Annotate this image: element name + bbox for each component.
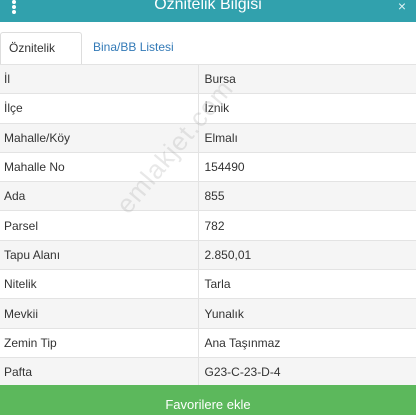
table-row: Mevkii Yunalık [0,298,416,329]
row-key: Tapu Alanı [0,239,199,270]
table-row: Nitelik Tarla [0,269,416,299]
row-key: Mahalle No [0,151,199,182]
row-key: Mevkii [0,298,199,329]
attribute-table: İl Bursa İlçe İznik Mahalle/Köy Elmalı M… [0,63,416,387]
row-key: İlçe [0,93,199,124]
row-value: G23-C-23-D-4 [198,356,416,387]
table-row: Mahalle No 154490 [0,151,416,182]
row-key: Parsel [0,210,199,241]
row-value: Yunalık [198,298,416,329]
row-key: Pafta [0,356,199,387]
row-value: 855 [198,181,416,211]
table-row: Mahalle/Köy Elmalı [0,122,416,153]
tab-attribute-info[interactable]: Öznitelik Bilgisi [0,32,82,86]
add-favorite-button[interactable]: Favorilere ekle [0,385,416,415]
row-value: Tarla [198,269,416,299]
tab-bar: Öznitelik Bilgisi Bina/BB Listesi [0,30,416,86]
row-key: Mahalle/Köy [0,122,199,153]
row-value: 154490 [198,151,416,182]
table-row: Parsel 782 [0,210,416,241]
row-value: Ana Taşınmaz [198,327,416,358]
table-row: Zemin Tip Ana Taşınmaz [0,327,416,358]
panel-header: Öznitelik Bilgisi × [0,0,416,22]
close-icon[interactable]: × [394,0,410,14]
table-row: Pafta G23-C-23-D-4 [0,356,416,387]
row-value: 2.850,01 [198,239,416,270]
panel-title: Öznitelik Bilgisi [154,0,262,13]
table-row: Tapu Alanı 2.850,01 [0,239,416,270]
row-value: Bursa [198,63,416,94]
attribute-panel: Öznitelik Bilgisi × Öznitelik Bilgisi Bi… [0,0,416,415]
tab-building-list[interactable]: Bina/BB Listesi [85,32,182,65]
row-key: Zemin Tip [0,327,199,358]
table-row: İl Bursa [0,63,416,94]
row-value: 782 [198,210,416,241]
row-value: İznik [198,93,416,124]
row-key: İl [0,63,199,94]
row-key: Ada [0,181,199,211]
row-value: Elmalı [198,122,416,153]
table-row: İlçe İznik [0,93,416,124]
row-key: Nitelik [0,269,199,299]
table-row: Ada 855 [0,181,416,211]
